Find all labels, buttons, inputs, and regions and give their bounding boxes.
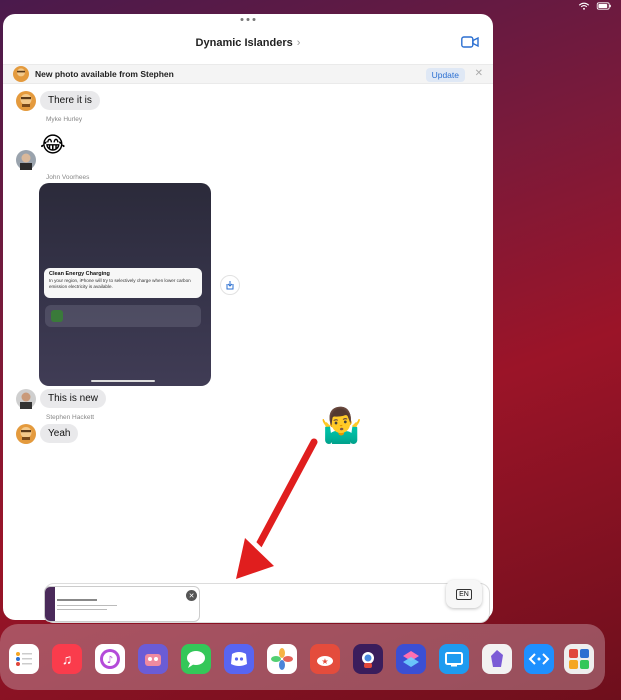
close-icon[interactable]: ✕ [475, 68, 483, 79]
avatar[interactable] [16, 91, 36, 111]
shrug-emoji: 🤷‍♂️ [320, 407, 363, 445]
status-bar [577, 2, 613, 10]
cloud-app-icon[interactable]: ★ [310, 644, 340, 674]
reminders-icon[interactable] [9, 644, 39, 674]
shortcuts-icon[interactable] [396, 644, 426, 674]
download-icon [226, 281, 234, 290]
window-grabber[interactable] [240, 18, 256, 21]
discord-icon[interactable] [224, 644, 254, 674]
image-attachment[interactable]: Clean Energy Charging In your region, iP… [39, 183, 211, 386]
notification-title: Clean Energy Charging [49, 271, 110, 277]
itunes-store-icon[interactable]: ♪ [95, 644, 125, 674]
remove-attachment-icon[interactable]: ✕ [186, 590, 197, 601]
video-call-icon[interactable] [461, 36, 479, 48]
avatar [13, 66, 29, 82]
astronaut-app-icon[interactable] [353, 644, 383, 674]
photos-icon[interactable] [267, 644, 297, 674]
remote-app-icon[interactable] [524, 644, 554, 674]
music-icon[interactable]: ♫ [52, 644, 82, 674]
sender-name: John Voorhees [46, 174, 90, 181]
message-bubble[interactable]: There it is [40, 91, 100, 110]
svg-text:♪: ♪ [107, 655, 113, 666]
sender-name: Stephen Hackett [46, 414, 95, 421]
keyboard-language-button[interactable]: EN [446, 580, 482, 608]
keyboard-label: EN [456, 588, 472, 600]
avatar[interactable] [16, 150, 36, 170]
notification-preview: Clean Energy Charging In your region, iP… [44, 268, 202, 298]
messages-icon[interactable] [181, 644, 211, 674]
wifi-icon [578, 2, 590, 10]
share-button[interactable] [220, 275, 240, 295]
update-banner: New photo available from Stephen Update … [3, 64, 493, 84]
dock [0, 624, 605, 690]
emoji-message[interactable]: 😂 [40, 132, 66, 158]
message-bubble[interactable]: Yeah [40, 424, 79, 443]
blurred-content [45, 305, 201, 327]
app-library-icon[interactable] [564, 644, 594, 674]
message-bubble[interactable]: This is new [40, 389, 107, 408]
conversation-header: Dynamic Islanders › [3, 30, 493, 56]
obsidian-icon[interactable] [482, 644, 512, 674]
banner-message: New photo available from Stephen [35, 69, 174, 79]
avatar[interactable] [16, 389, 36, 409]
conversation-title[interactable]: Dynamic Islanders › [196, 37, 301, 49]
attachment-thumbnail[interactable] [44, 586, 200, 622]
red-arrow-annotation [231, 436, 320, 584]
game-app-icon[interactable] [138, 644, 168, 674]
battery-icon [596, 2, 611, 10]
sender-name: Myke Hurley [46, 116, 83, 123]
notification-body: In your region, iPhone will try to selec… [49, 278, 191, 289]
svg-text:★: ★ [321, 657, 328, 666]
chevron-right-icon: › [296, 37, 301, 49]
update-button[interactable]: Update [425, 68, 465, 82]
screens-icon[interactable] [439, 644, 469, 674]
avatar[interactable] [16, 424, 36, 444]
home-indicator [91, 380, 155, 382]
